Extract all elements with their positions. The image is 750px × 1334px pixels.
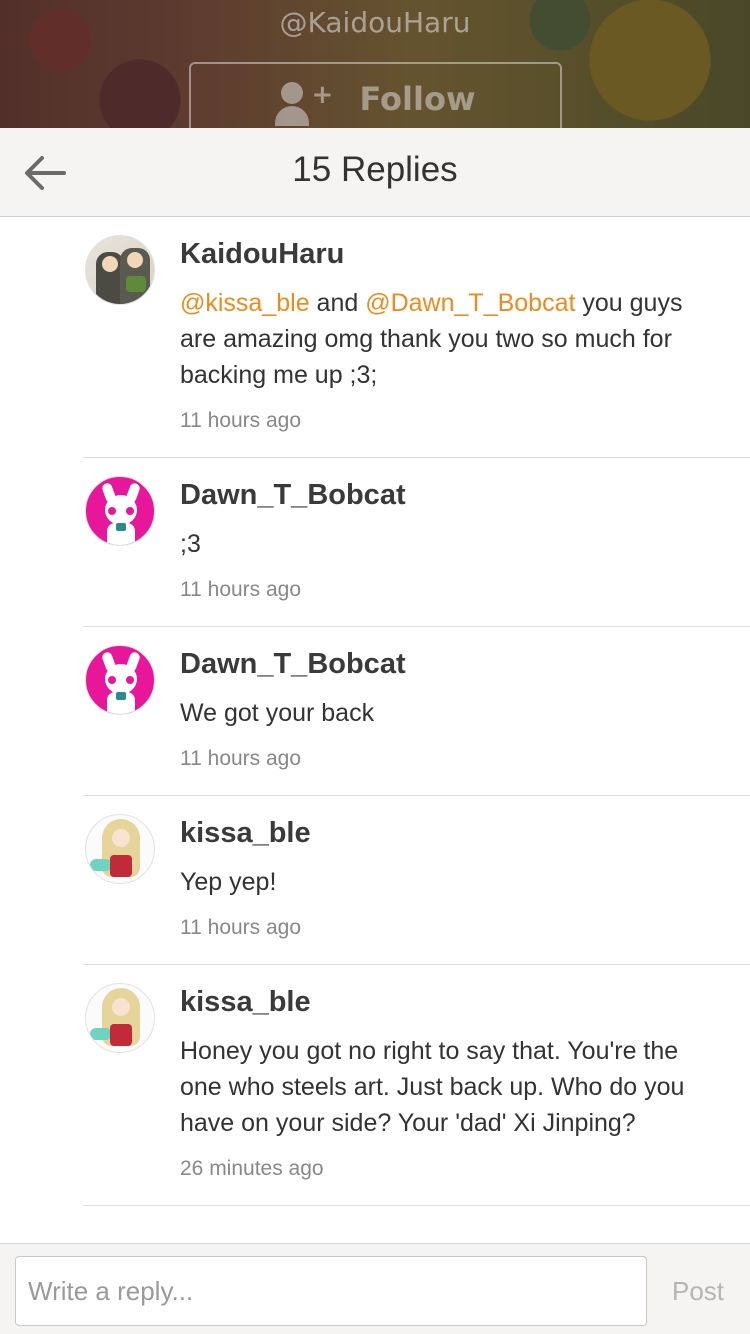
reply-author[interactable]: Dawn_T_Bobcat (180, 478, 710, 512)
avatar[interactable] (85, 814, 155, 884)
reply-text: @kissa_ble and @Dawn_T_Bobcat you guys a… (180, 285, 710, 393)
reply-author[interactable]: Dawn_T_Bobcat (180, 647, 710, 681)
mention-link[interactable]: @kissa_ble (180, 289, 310, 317)
reply-text: Honey you got no right to say that. You'… (180, 1033, 710, 1141)
reply-list: KaidouHaru @kissa_ble and @Dawn_T_Bobcat … (0, 217, 750, 1243)
profile-username: @KaidouHaru (279, 6, 471, 39)
avatar[interactable] (85, 235, 155, 305)
reply-item: Dawn_T_Bobcat ;3 11 hours ago (83, 458, 750, 627)
avatar[interactable] (85, 476, 155, 546)
follow-button: + Follow (189, 62, 562, 128)
reply-item: kissa_ble Yep yep! 11 hours ago (83, 796, 750, 965)
reply-text: We got your back (180, 695, 710, 731)
avatar[interactable] (85, 645, 155, 715)
reply-item: KaidouHaru @kissa_ble and @Dawn_T_Bobcat … (83, 217, 750, 458)
reply-text-segment: Yep yep! (180, 868, 277, 896)
reply-timestamp: 11 hours ago (180, 578, 302, 601)
follow-label: Follow (359, 80, 476, 118)
reply-item: kissa_ble Honey you got no right to say t… (83, 965, 750, 1206)
reply-text-segment: and (309, 289, 366, 317)
reply-item: Dawn_T_Bobcat We got your back 11 hours ag… (83, 627, 750, 796)
reply-text: ;3 (180, 526, 710, 562)
reply-author[interactable]: kissa_ble (180, 985, 710, 1019)
reply-timestamp: 11 hours ago (180, 747, 302, 770)
profile-header-background: @KaidouHaru + Follow (0, 0, 750, 128)
post-button[interactable]: Post (655, 1256, 741, 1326)
replies-topbar: 15 Replies (0, 128, 750, 217)
reply-text-segment: We got your back (180, 699, 375, 727)
add-user-icon: + (275, 80, 333, 128)
avatar[interactable] (85, 983, 155, 1053)
reply-author[interactable]: kissa_ble (180, 816, 710, 850)
reply-input[interactable] (15, 1256, 647, 1326)
replies-panel: 15 Replies KaidouHaru @kissa_ble and @Daw… (0, 128, 750, 1334)
page-title: 15 Replies (292, 150, 458, 189)
reply-composer: Post (0, 1243, 750, 1334)
reply-text-segment: Honey you got no right to say that. You'… (180, 1037, 685, 1137)
reply-timestamp: 26 minutes ago (180, 1157, 324, 1180)
reply-author[interactable]: KaidouHaru (180, 237, 710, 271)
reply-timestamp: 11 hours ago (180, 409, 302, 432)
reply-timestamp: 11 hours ago (180, 916, 302, 939)
mention-link[interactable]: @Dawn_T_Bobcat (365, 289, 575, 317)
reply-text-segment: ;3 (180, 530, 201, 558)
reply-text: Yep yep! (180, 864, 710, 900)
